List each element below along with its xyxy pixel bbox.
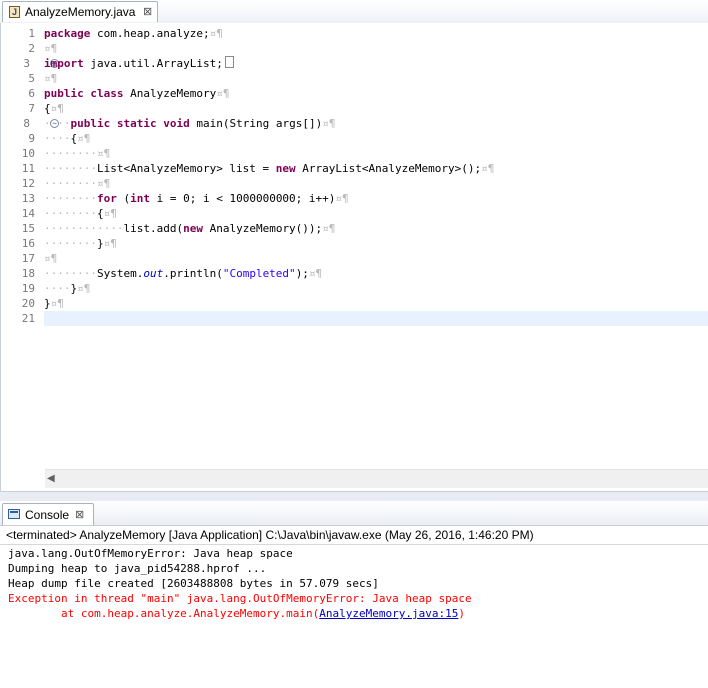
- code-line: ····{¤¶: [44, 132, 91, 145]
- code-line: ········System.out.println("Completed");…: [44, 267, 323, 280]
- console-tab-label: Console: [25, 508, 70, 522]
- code-line: ········for (int i = 0; i < 1000000000; …: [44, 192, 349, 205]
- console-line: Heap dump file created [2603488808 bytes…: [8, 577, 379, 590]
- code-line: ········List<AnalyzeMemory> list = new A…: [44, 162, 495, 175]
- line-number: 1: [28, 27, 35, 40]
- code-line: public class AnalyzeMemory¤¶: [44, 87, 230, 100]
- line-number: 2: [28, 42, 35, 55]
- current-code-line: [44, 311, 708, 326]
- code-line: ¤¶: [44, 42, 58, 55]
- code-line: ············list.add(new AnalyzeMemory()…: [44, 222, 336, 235]
- line-number: 8: [23, 117, 30, 130]
- java-file-icon: J: [9, 6, 20, 18]
- line-number: 5: [28, 72, 35, 85]
- code-line: ¤¶: [44, 252, 58, 265]
- line-number: 16: [21, 237, 35, 250]
- code-line: ········}¤¶: [44, 237, 117, 250]
- console-error-line: Exception in thread "main" java.lang.Out…: [8, 592, 472, 605]
- code-line: import java.util.ArrayList;: [44, 56, 234, 71]
- line-number: 14: [21, 207, 35, 220]
- code-line: ····}¤¶: [44, 282, 91, 295]
- line-number: 11: [21, 162, 35, 175]
- console-output[interactable]: java.lang.OutOfMemoryError: Java heap sp…: [0, 545, 708, 688]
- scroll-left-arrow-icon[interactable]: ◀: [47, 473, 55, 484]
- line-number: 12: [21, 177, 35, 190]
- line-number: 9: [28, 132, 35, 145]
- stack-trace-link[interactable]: AnalyzeMemory.java:15: [319, 607, 458, 620]
- line-number: 13: [21, 192, 35, 205]
- annotation-ruler: [1, 23, 19, 469]
- line-number: 21: [21, 312, 35, 325]
- line-number: 20: [21, 297, 35, 310]
- line-number: 3: [23, 57, 30, 70]
- code-line: ········{¤¶: [44, 207, 117, 220]
- editor-tab-bar: J AnalyzeMemory.java ⊠: [0, 0, 708, 24]
- line-number: 15: [21, 222, 35, 235]
- line-number: 6: [28, 87, 35, 100]
- console-process-header: <terminated> AnalyzeMemory [Java Applica…: [0, 526, 708, 545]
- console-line: Dumping heap to java_pid54288.hprof ...: [8, 562, 267, 575]
- tab-console[interactable]: Console ⊠: [2, 503, 94, 525]
- console-icon: [8, 509, 20, 519]
- line-number: 18: [21, 267, 35, 280]
- line-number: 10: [21, 147, 35, 160]
- console-stack-trace-line: at com.heap.analyze.AnalyzeMemory.main(A…: [8, 607, 465, 620]
- line-number: 7: [28, 102, 35, 115]
- code-line: ¤¶: [44, 72, 58, 85]
- line-number: 17: [21, 252, 35, 265]
- close-tab-icon[interactable]: ⊠: [143, 5, 152, 18]
- code-line: ····public static void main(String args[…: [44, 117, 336, 130]
- code-line: {¤¶: [44, 102, 64, 115]
- tab-analyzememory-java[interactable]: J AnalyzeMemory.java ⊠: [2, 1, 158, 22]
- close-console-icon[interactable]: ⊠: [75, 508, 84, 521]
- console-tab-bar: Console ⊠: [0, 501, 708, 526]
- horizontal-scrollbar[interactable]: ◀: [45, 469, 708, 488]
- code-text-area[interactable]: package com.heap.analyze;¤¶ ¤¶ import ja…: [44, 23, 708, 469]
- code-line: package com.heap.analyze;¤¶: [44, 27, 223, 40]
- code-line: }¤¶: [44, 297, 64, 310]
- code-line: ········¤¶: [44, 177, 111, 190]
- folded-imports-icon[interactable]: [224, 56, 234, 68]
- tab-label: AnalyzeMemory.java: [25, 5, 136, 19]
- console-line: java.lang.OutOfMemoryError: Java heap sp…: [8, 547, 293, 560]
- code-editor[interactable]: 1 2 3 5 6 7 8 9 10 11 12 13 14 15 16 17 …: [0, 23, 708, 491]
- line-number: 19: [21, 282, 35, 295]
- line-number-ruler: 1 2 3 5 6 7 8 9 10 11 12 13 14 15 16 17 …: [18, 23, 59, 469]
- code-line: ········¤¶: [44, 147, 111, 160]
